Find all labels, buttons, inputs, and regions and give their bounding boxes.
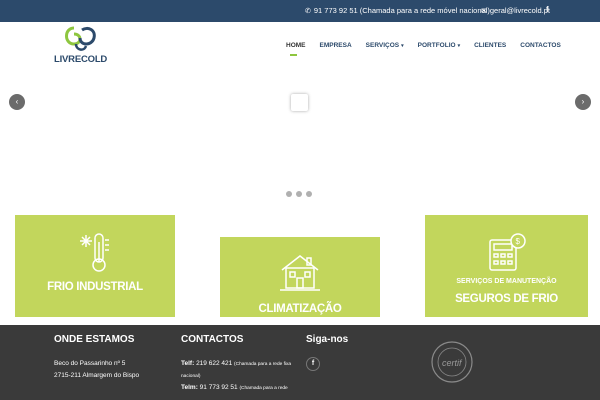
hero-slider: ‹ › xyxy=(0,72,600,212)
badge-text: certif xyxy=(442,358,463,368)
telf-note: (Chamada para a rede fixa xyxy=(234,362,292,367)
service-subtitle: SERVIÇOS DE MANUTENÇÃO xyxy=(456,278,557,285)
footer-address-line2: 2715-211 Almargem do Bispo xyxy=(54,372,140,379)
nav-portfolio-label: PORTFOLIO xyxy=(417,42,456,49)
phone-contact[interactable]: ✆ 91 773 92 51 (Chamada para a rede móvel… xyxy=(305,6,490,15)
footer-siga-nos-title: Siga-nos xyxy=(306,334,349,345)
slider-dot[interactable] xyxy=(286,191,292,197)
telf-label: Telf: xyxy=(181,360,195,367)
nav-servicos[interactable]: SERVIÇOS ▾ xyxy=(366,42,404,54)
service-seguros-de-frio[interactable]: $ SERVIÇOS DE MANUTENÇÃO SEGUROS DE FRIO xyxy=(425,215,588,317)
telm-note: (Chamada para a rede xyxy=(239,386,288,391)
envelope-icon: ✉ xyxy=(481,8,487,15)
site-header: LIVRECOLD HOME EMPRESA SERVIÇOS ▾ PORTFOL… xyxy=(0,22,600,72)
nav-servicos-label: SERVIÇOS xyxy=(365,42,400,49)
slider-next-button[interactable]: › xyxy=(575,94,591,110)
telf-number[interactable]: 219 622 421 xyxy=(196,360,232,367)
top-bar: ✆ 91 773 92 51 (Chamada para a rede móvel… xyxy=(0,0,600,22)
facebook-icon[interactable]: f xyxy=(546,5,549,14)
footer-facebook-icon[interactable]: f xyxy=(306,357,320,371)
service-title: CLIMATIZAÇÃO xyxy=(258,303,342,315)
footer-telf-note2: nacional) xyxy=(181,372,200,379)
nav-clientes[interactable]: CLIENTES xyxy=(474,42,506,54)
logo-text: LIVRECOLD xyxy=(54,54,108,65)
email-address: geral@livrecold.pt xyxy=(489,6,551,15)
phone-number: 91 773 92 51 (Chamada para a rede móvel … xyxy=(313,6,490,15)
slider-prev-button[interactable]: ‹ xyxy=(9,94,25,110)
slider-loader xyxy=(291,94,308,111)
slider-dot[interactable] xyxy=(296,191,302,197)
chevron-down-icon: ▾ xyxy=(457,43,461,49)
svg-text:$: $ xyxy=(516,237,521,246)
telm-number[interactable]: 91 773 92 51 xyxy=(200,384,238,391)
email-contact[interactable]: ✉ geral@livrecold.pt xyxy=(481,6,550,15)
main-nav: HOME EMPRESA SERVIÇOS ▾ PORTFOLIO ▾ CLIENT… xyxy=(286,42,575,56)
thermometer-snowflake-icon xyxy=(80,233,109,272)
footer-contactos-title: CONTACTOS xyxy=(181,334,244,345)
house-icon xyxy=(280,255,320,291)
footer-address-line1: Beco do Passarinho nº 5 xyxy=(54,360,126,367)
slider-dots xyxy=(286,191,316,197)
footer-telf: Telf: 219 622 421 (Chamada para a rede f… xyxy=(181,360,291,367)
nav-portfolio[interactable]: PORTFOLIO ▾ xyxy=(418,42,460,54)
footer-onde-estamos-title: ONDE ESTAMOS xyxy=(54,334,135,345)
phone-icon: ✆ xyxy=(305,8,311,15)
chevron-down-icon: ▾ xyxy=(401,43,404,49)
nav-empresa[interactable]: EMPRESA xyxy=(320,42,352,54)
telf-note2: nacional) xyxy=(181,374,201,379)
telm-label: Telm: xyxy=(181,384,198,391)
site-footer: ONDE ESTAMOS Beco do Passarinho nº 5 271… xyxy=(0,325,600,400)
service-frio-industrial[interactable]: FRIO INDUSTRIAL xyxy=(15,215,175,317)
service-title: FRIO INDUSTRIAL xyxy=(47,281,143,293)
nav-home[interactable]: HOME xyxy=(286,42,306,56)
footer-telm: Telm: 91 773 92 51 (Chamada para a rede xyxy=(181,384,288,391)
service-climatizacao[interactable]: CLIMATIZAÇÃO xyxy=(220,237,380,317)
certif-badge-icon: certif xyxy=(431,341,473,383)
calculator-coin-icon: $ xyxy=(489,233,526,271)
service-title: SEGUROS DE FRIO xyxy=(455,293,558,305)
nav-contactos[interactable]: CONTACTOS xyxy=(520,42,561,54)
slider-dot[interactable] xyxy=(306,191,312,197)
